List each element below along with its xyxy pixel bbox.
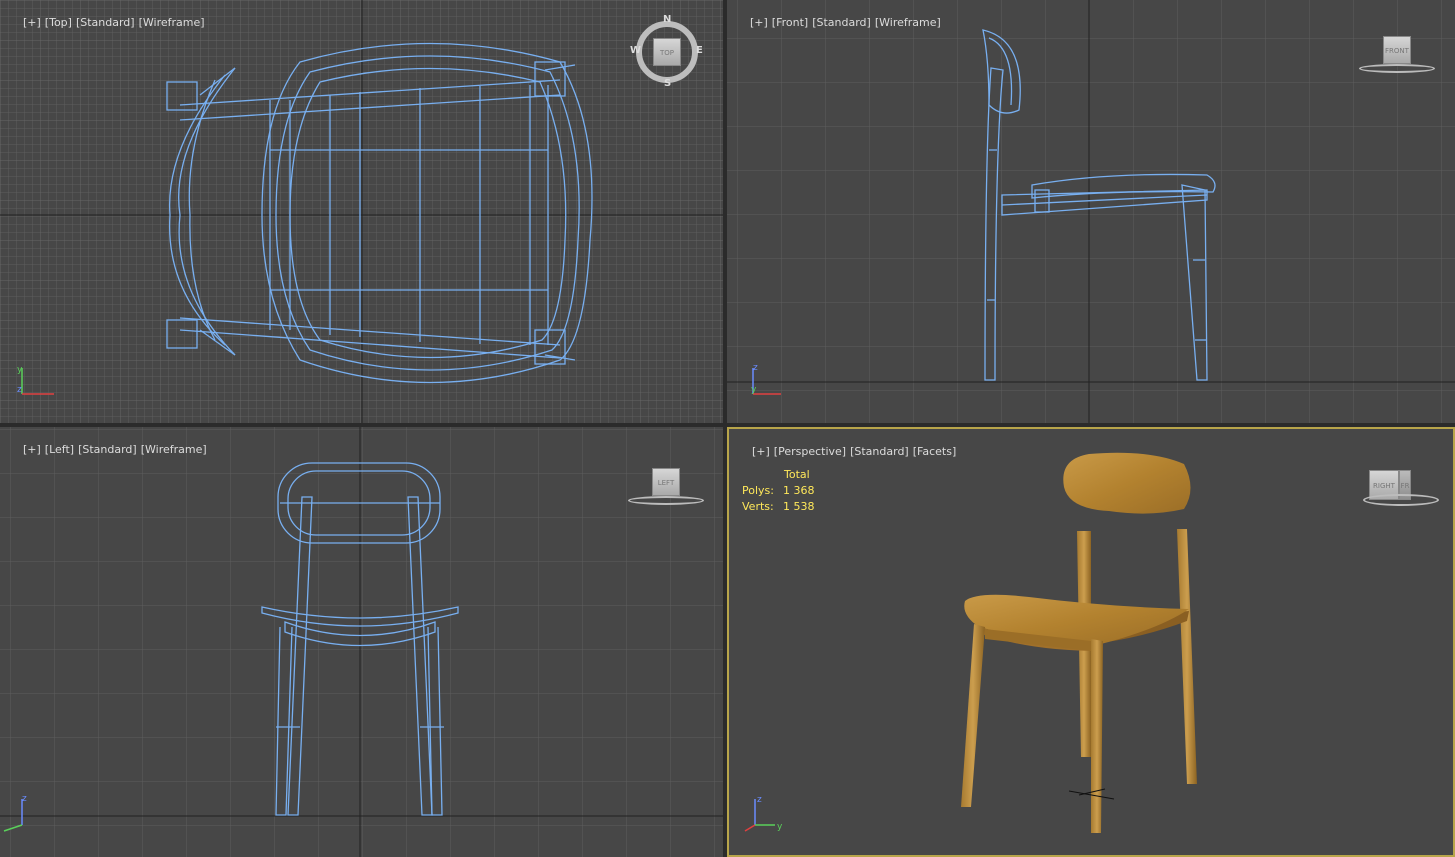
viewport-menu-button[interactable]: [+] [750, 16, 768, 29]
viewport-display-mode[interactable]: [Wireframe] [139, 16, 205, 29]
viewcube-ring[interactable] [628, 496, 704, 505]
viewport-left[interactable]: [+] [Left] [Standard] [Wireframe] LEFT z [0, 427, 723, 857]
viewport-label-left[interactable]: [+] [Left] [Standard] [Wireframe] [2, 430, 211, 469]
viewport-label-perspective[interactable]: [+] [Perspective] [Standard] [Facets] [731, 432, 960, 471]
axis-tripod-icon: y z [17, 365, 54, 395]
svg-text:y: y [777, 822, 783, 832]
viewport-shading-mode[interactable]: [Standard] [850, 445, 909, 458]
statistics-overlay: Total Polys: 1 368 Verts: 1 538 [742, 467, 815, 515]
svg-text:y: y [17, 365, 23, 375]
viewport-menu-button[interactable]: [+] [752, 445, 770, 458]
viewport-shading-mode[interactable]: [Standard] [78, 443, 137, 456]
stats-polys-value: 1 368 [783, 484, 815, 497]
viewport-label-top[interactable]: [+] [Top] [Standard] [Wireframe] [2, 3, 209, 42]
stats-polys-row: Polys: 1 368 [742, 483, 815, 499]
axis-tripod-icon: z y [744, 795, 783, 832]
viewport-pov-label[interactable]: [Top] [45, 16, 72, 29]
viewcube-face[interactable]: TOP [653, 38, 681, 66]
viewport-front[interactable]: [+] [Front] [Standard] [Wireframe] FRONT z … [727, 0, 1455, 423]
viewport-display-mode[interactable]: [Wireframe] [141, 443, 207, 456]
svg-text:z: z [22, 794, 27, 804]
compass-west[interactable]: W [630, 45, 641, 56]
viewport-pov-label[interactable]: [Perspective] [774, 445, 846, 458]
viewcube-top[interactable]: TOP N S E W [630, 14, 703, 89]
viewport-menu-button[interactable]: [+] [23, 16, 41, 29]
svg-text:z: z [753, 363, 758, 373]
perspective-view-scene [961, 452, 1197, 833]
viewport-label-front[interactable]: [+] [Front] [Standard] [Wireframe] [729, 3, 945, 42]
viewport-pov-label[interactable]: [Left] [45, 443, 74, 456]
viewcube-face[interactable]: LEFT [652, 468, 680, 496]
compass-east[interactable]: E [696, 45, 703, 56]
left-view-scene [0, 427, 723, 857]
front-view-scene [727, 0, 1455, 423]
viewport-display-mode[interactable]: [Facets] [913, 445, 957, 458]
stats-header: Total [784, 468, 810, 481]
viewport-display-mode[interactable]: [Wireframe] [875, 16, 941, 29]
axis-tripod-icon: z [3, 794, 27, 832]
chair-model-perspective[interactable] [961, 452, 1197, 833]
svg-text:z: z [17, 385, 22, 395]
compass-north[interactable]: N [663, 14, 671, 25]
axis-tripod-icon: z y [751, 363, 781, 395]
stats-polys-label: Polys: [742, 484, 774, 497]
top-view-scene [0, 0, 723, 423]
viewcube-face[interactable]: FRONT [1383, 36, 1411, 64]
viewport-top[interactable]: [+] [Top] [Standard] [Wireframe] TOP N S E … [0, 0, 723, 423]
stats-verts-row: Verts: 1 538 [742, 499, 815, 515]
viewport-menu-button[interactable]: [+] [23, 443, 41, 456]
viewcube-ring[interactable] [1359, 64, 1435, 73]
compass-south[interactable]: S [664, 78, 671, 89]
viewport-shading-mode[interactable]: [Standard] [812, 16, 871, 29]
viewcube-perspective[interactable]: RIGHT FR [1363, 466, 1443, 514]
viewport-perspective[interactable]: [+] [Perspective] [Standard] [Facets] Total… [727, 427, 1455, 857]
viewport-pov-label[interactable]: [Front] [772, 16, 808, 29]
viewcube-left[interactable]: LEFT [628, 468, 708, 508]
stats-verts-label: Verts: [742, 500, 774, 513]
svg-text:z: z [757, 795, 762, 805]
viewcube-front[interactable]: FRONT [1357, 36, 1437, 76]
svg-text:y: y [751, 385, 757, 395]
viewport-area: [+] [Top] [Standard] [Wireframe] TOP N S E … [0, 0, 1455, 857]
viewport-shading-mode[interactable]: [Standard] [76, 16, 135, 29]
viewcube-ring[interactable] [1363, 494, 1439, 506]
stats-verts-value: 1 538 [783, 500, 815, 513]
